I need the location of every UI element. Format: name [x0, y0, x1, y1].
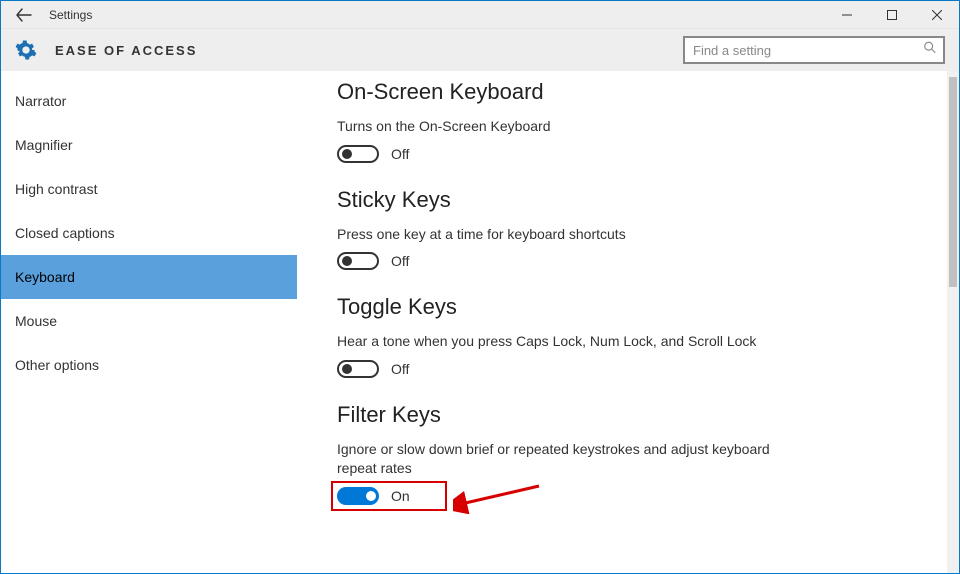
toggle-state-label: Off: [391, 361, 409, 377]
scrollbar[interactable]: [947, 71, 959, 573]
section-heading: On-Screen Keyboard: [337, 79, 947, 105]
sidebar-item-high-contrast[interactable]: High contrast: [1, 167, 297, 211]
osk-toggle[interactable]: [337, 145, 379, 163]
minimize-button[interactable]: [824, 1, 869, 29]
page-title: EASE OF ACCESS: [55, 43, 197, 58]
gear-icon: [15, 39, 37, 61]
sidebar-item-other-options[interactable]: Other options: [1, 343, 297, 387]
sidebar-item-label: Keyboard: [15, 269, 75, 285]
toggle-state-label: Off: [391, 146, 409, 162]
sidebar-item-closed-captions[interactable]: Closed captions: [1, 211, 297, 255]
search-input[interactable]: [685, 38, 943, 62]
section-heading: Sticky Keys: [337, 187, 947, 213]
section-filter-keys: Filter Keys Ignore or slow down brief or…: [337, 402, 947, 505]
content-area: On-Screen Keyboard Turns on the On-Scree…: [297, 71, 947, 573]
section-description: Turns on the On-Screen Keyboard: [337, 117, 777, 137]
sidebar-item-label: Other options: [15, 357, 99, 373]
sidebar-item-keyboard[interactable]: Keyboard: [1, 255, 297, 299]
scrollbar-thumb[interactable]: [949, 77, 957, 287]
section-description: Ignore or slow down brief or repeated ke…: [337, 440, 777, 479]
search-box[interactable]: [683, 36, 945, 64]
sidebar-item-label: Magnifier: [15, 137, 73, 153]
section-toggle-keys: Toggle Keys Hear a tone when you press C…: [337, 294, 947, 378]
window-title: Settings: [49, 8, 92, 22]
sticky-keys-toggle[interactable]: [337, 252, 379, 270]
sidebar-item-narrator[interactable]: Narrator: [1, 79, 297, 123]
sidebar: Narrator Magnifier High contrast Closed …: [1, 71, 297, 573]
search-icon: [923, 41, 937, 60]
back-button[interactable]: [15, 6, 33, 24]
sidebar-item-label: Mouse: [15, 313, 57, 329]
toggle-state-label: Off: [391, 253, 409, 269]
header: EASE OF ACCESS: [1, 29, 959, 71]
toggle-keys-toggle[interactable]: [337, 360, 379, 378]
close-button[interactable]: [914, 1, 959, 29]
sidebar-item-label: Narrator: [15, 93, 66, 109]
section-heading: Toggle Keys: [337, 294, 947, 320]
section-sticky-keys: Sticky Keys Press one key at a time for …: [337, 187, 947, 271]
sidebar-item-mouse[interactable]: Mouse: [1, 299, 297, 343]
titlebar: Settings: [1, 1, 959, 29]
sidebar-item-label: Closed captions: [15, 225, 115, 241]
settings-window: Settings EASE OF ACCESS: [0, 0, 960, 574]
sidebar-item-label: High contrast: [15, 181, 97, 197]
section-description: Press one key at a time for keyboard sho…: [337, 225, 777, 245]
toggle-state-label: On: [391, 488, 410, 504]
section-description: Hear a tone when you press Caps Lock, Nu…: [337, 332, 777, 352]
section-on-screen-keyboard: On-Screen Keyboard Turns on the On-Scree…: [337, 79, 947, 163]
sidebar-item-magnifier[interactable]: Magnifier: [1, 123, 297, 167]
section-heading: Filter Keys: [337, 402, 947, 428]
filter-keys-toggle[interactable]: [337, 487, 379, 505]
maximize-button[interactable]: [869, 1, 914, 29]
